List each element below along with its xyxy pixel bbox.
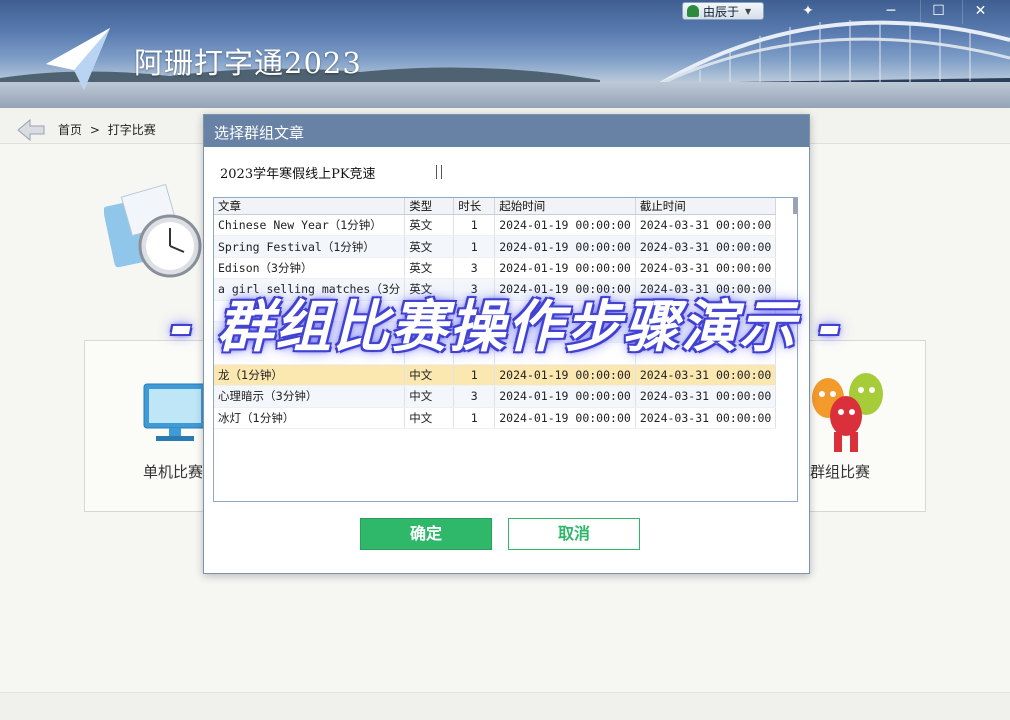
overlay-caption: - 群组比赛操作步骤演示 - (170, 295, 844, 360)
cell-end-time: 2024-03-31 00:00:00 (635, 364, 777, 387)
cell-end-time: 2024-03-31 00:00:00 (635, 407, 777, 429)
cell-start-time: 2024-01-19 00:00:00 (494, 257, 636, 280)
cell-duration: 3 (453, 385, 496, 408)
cell-start-time: 2024-01-19 00:00:00 (494, 214, 636, 237)
confirm-button[interactable]: 确定 (360, 518, 492, 550)
cell-article: 心理暗示（3分钟） (214, 385, 406, 408)
back-arrow-icon[interactable] (16, 118, 46, 142)
cell-duration: 1 (453, 235, 496, 258)
table-row-selected[interactable]: 龙（1分钟） 中文 1 2024-01-19 00:00:00 2024-03-… (214, 364, 777, 387)
chevron-down-icon: ▼ (745, 6, 752, 16)
column-header-end-time[interactable]: 截止时间 (635, 198, 777, 215)
table-row[interactable]: Edison（3分钟） 英文 3 2024-01-19 00:00:00 202… (214, 257, 777, 280)
pin-icon[interactable]: ✦ (790, 0, 826, 24)
column-header-start-time[interactable]: 起始时间 (494, 198, 636, 215)
app-title: 阿珊打字通2023 (134, 46, 362, 80)
column-header-article[interactable]: 文章 (214, 198, 406, 215)
column-header-duration[interactable]: 时长 (453, 198, 496, 215)
cell-duration: 1 (453, 364, 496, 387)
cell-article: Chinese New Year（1分钟） (214, 214, 406, 237)
cell-type: 英文 (404, 257, 455, 280)
cell-type: 英文 (404, 214, 455, 237)
cell-end-time: 2024-03-31 00:00:00 (635, 214, 777, 237)
breadcrumb: 首页 > 打字比赛 (58, 121, 160, 138)
cell-article: 冰灯（1分钟） (214, 407, 406, 429)
table-row[interactable]: 心理暗示（3分钟） 中文 3 2024-01-19 00:00:00 2024-… (214, 385, 777, 408)
text-cursor-icon (436, 165, 442, 179)
user-menu-button[interactable]: 由辰于 ▼ (682, 2, 764, 20)
scrollbar[interactable] (793, 198, 797, 214)
table-header-row: 文章 类型 时长 起始时间 截止时间 (214, 198, 777, 215)
dialog-title: 选择群组文章 (204, 115, 809, 147)
cell-start-time: 2024-01-19 00:00:00 (494, 385, 636, 408)
cell-start-time: 2024-01-19 00:00:00 (494, 235, 636, 258)
paper-plane-logo-icon (46, 28, 110, 90)
computer-icon[interactable] (140, 382, 210, 444)
group-name: 2023学年寒假线上PK竞速 (220, 167, 376, 182)
column-header-type[interactable]: 类型 (404, 198, 455, 215)
group-characters-icon[interactable] (808, 372, 888, 456)
cell-article: Spring Festival（1分钟） (214, 235, 406, 258)
table-row[interactable]: 冰灯（1分钟） 中文 1 2024-01-19 00:00:00 2024-03… (214, 407, 777, 429)
group-match-label[interactable]: 群组比赛 (810, 461, 870, 482)
cancel-button[interactable]: 取消 (508, 518, 640, 550)
cell-start-time: 2024-01-19 00:00:00 (494, 407, 636, 429)
clock-folder-icon (104, 183, 202, 278)
user-icon (687, 5, 699, 17)
user-name: 由辰于 (703, 4, 740, 19)
cell-end-time: 2024-03-31 00:00:00 (635, 385, 777, 408)
maximize-button[interactable]: ☐ (920, 0, 956, 24)
cell-article: Edison（3分钟） (214, 257, 406, 280)
cell-type: 中文 (404, 385, 455, 408)
table-row[interactable]: Spring Festival（1分钟） 英文 1 2024-01-19 00:… (214, 235, 777, 258)
cell-start-time: 2024-01-19 00:00:00 (494, 364, 636, 387)
water-illustration (0, 82, 1010, 108)
minimize-button[interactable]: ─ (873, 0, 909, 24)
header-banner: 阿珊打字通2023 由辰于 ▼ ✦ ─ ☐ ✕ (0, 0, 1010, 108)
cell-type: 中文 (404, 407, 455, 429)
footer-bar (0, 692, 1010, 720)
cell-duration: 1 (453, 214, 496, 237)
breadcrumb-home[interactable]: 首页 (58, 123, 82, 137)
breadcrumb-current: 打字比赛 (107, 123, 156, 137)
cell-type: 英文 (404, 235, 455, 258)
cell-type: 中文 (404, 364, 455, 387)
cell-article: 龙（1分钟） (214, 364, 406, 387)
cell-end-time: 2024-03-31 00:00:00 (635, 257, 777, 280)
cell-duration: 3 (453, 257, 496, 280)
cell-duration: 1 (453, 407, 496, 429)
table-row[interactable]: Chinese New Year（1分钟） 英文 1 2024-01-19 00… (214, 214, 777, 237)
breadcrumb-separator: > (89, 123, 100, 137)
single-match-label[interactable]: 单机比赛 (143, 461, 203, 482)
close-button[interactable]: ✕ (962, 0, 998, 24)
cell-end-time: 2024-03-31 00:00:00 (635, 235, 777, 258)
